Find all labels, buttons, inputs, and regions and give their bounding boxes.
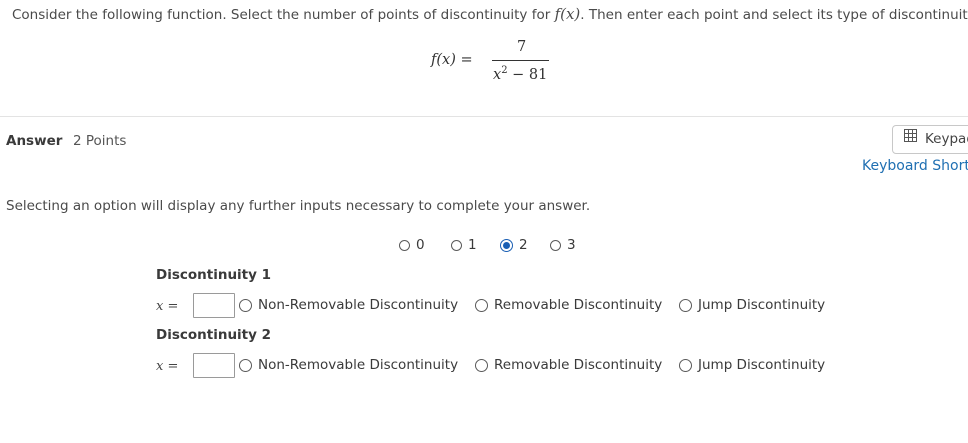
radio-icon[interactable] [475,298,488,312]
count-option-label: 3 [567,237,576,253]
denominator-variable: x [493,66,502,83]
count-option-0[interactable]: 0 [399,237,425,253]
discontinuity-1-non-removable-option[interactable]: Non-Removable Discontinuity [239,297,458,313]
discontinuity-2-non-removable-option[interactable]: Non-Removable Discontinuity [239,357,458,373]
radio-icon[interactable] [451,239,462,251]
points-label: 2 Points [73,133,127,149]
question-function-name: f(x) [554,5,581,23]
question-text: Consider the following function. Select … [12,5,968,23]
denominator-constant: − 81 [507,66,548,83]
radio-icon[interactable] [399,239,410,251]
keypad-button[interactable]: Keypad [892,125,968,154]
discontinuity-2-jump-option[interactable]: Jump Discontinuity [679,357,825,373]
radio-selected-icon[interactable] [500,238,513,252]
discontinuity-1-jump-option[interactable]: Jump Discontinuity [679,297,825,313]
discontinuity-2-x-input[interactable] [193,353,235,378]
discontinuity-2-removable-option[interactable]: Removable Discontinuity [475,357,662,373]
formula-lhs: f(x) = [431,52,473,68]
count-option-label: 0 [416,237,425,253]
count-option-label: 2 [519,237,528,253]
fraction-bar [492,60,549,61]
count-option-label: 1 [468,237,477,253]
discontinuity-2-x-label: x = [156,359,179,374]
radio-icon[interactable] [550,239,561,251]
formula-numerator: 7 [517,39,527,55]
question-prefix: Consider the following function. Select … [12,7,555,23]
radio-icon[interactable] [475,358,488,372]
discontinuity-2-title: Discontinuity 2 [156,327,272,343]
hint-text: Selecting an option will display any fur… [6,198,591,214]
keypad-label: Keypad [925,131,968,147]
question-suffix: . Then enter each point and select its t… [580,7,968,23]
discontinuity-1-title: Discontinuity 1 [156,267,272,283]
discontinuity-1-x-label: x = [156,299,179,314]
function-formula: f(x) = 7 x2 − 81 [431,38,561,90]
formula-denominator: x2 − 81 [493,65,547,83]
count-option-2[interactable]: 2 [500,237,528,253]
discontinuity-1-removable-option[interactable]: Removable Discontinuity [475,297,662,313]
section-divider [0,116,968,117]
answer-label: Answer [6,133,63,149]
keypad-icon [904,129,917,146]
radio-icon[interactable] [679,298,692,312]
radio-icon[interactable] [239,358,252,372]
count-option-3[interactable]: 3 [550,237,576,253]
keyboard-shortcuts-link[interactable]: Keyboard Shortcuts [862,158,968,174]
discontinuity-1-x-input[interactable] [193,293,235,318]
radio-icon[interactable] [679,358,692,372]
radio-icon[interactable] [239,298,252,312]
count-option-1[interactable]: 1 [451,237,477,253]
